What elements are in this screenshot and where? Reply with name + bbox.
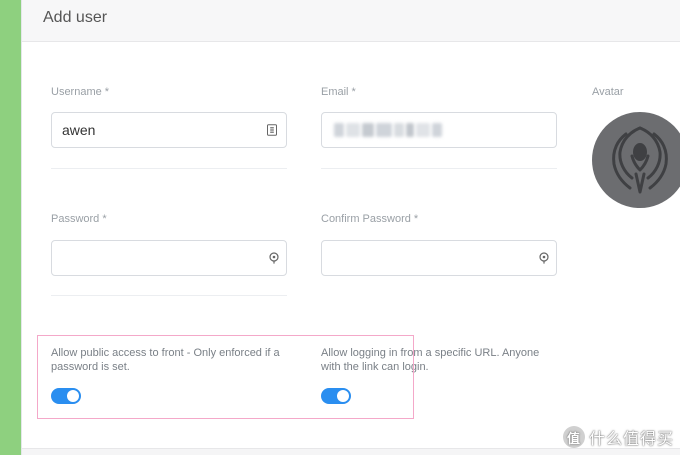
username-value: awen [62,122,96,138]
username-input[interactable]: awen [51,112,287,148]
contact-card-icon[interactable] [266,124,278,136]
email-label: Email * [321,86,356,98]
key-icon[interactable] [538,252,550,264]
page-header: Add user [22,0,680,42]
password-input[interactable] [51,240,287,276]
confirm-password-input[interactable] [321,240,557,276]
email-input[interactable] [321,112,557,148]
left-sidebar-strip [0,0,21,455]
confirm-password-label: Confirm Password * [321,213,419,225]
username-label: Username * [51,86,110,98]
email-divider [321,168,557,169]
avatar-image[interactable] [592,112,680,208]
footer-strip [22,449,680,455]
password-label: Password * [51,213,107,225]
highlight-annotation-box [37,335,414,419]
username-divider [51,168,287,169]
email-value-redacted [334,123,444,137]
watermark-text: 什么值得买 [588,431,674,448]
watermark-badge-icon: 值 [562,426,585,448]
key-icon[interactable] [268,252,280,264]
avatar-label: Avatar [592,86,624,98]
add-user-page: Add user Username * awen Email * Avatar [21,0,680,455]
watermark: 值 什么值得买 [562,425,674,449]
password-divider [51,295,287,296]
page-title: Add user [43,9,108,26]
winged-emblem-icon [612,126,668,194]
